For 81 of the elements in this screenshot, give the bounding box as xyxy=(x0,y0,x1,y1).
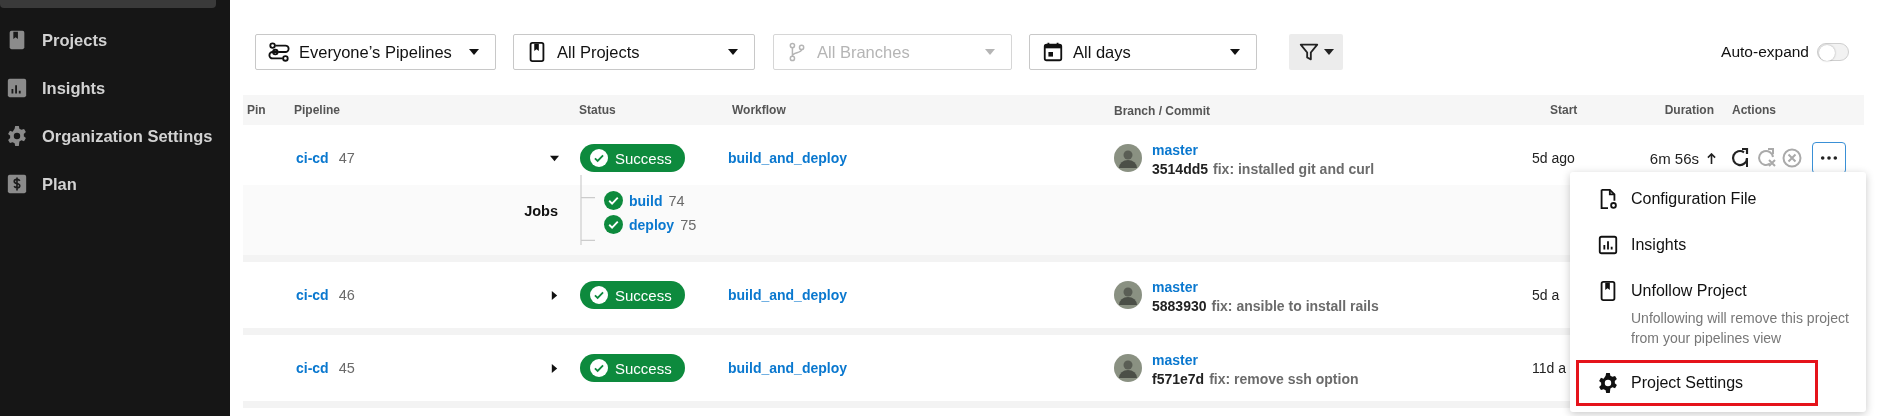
branch-link[interactable]: master xyxy=(1152,278,1379,295)
job-number: 74 xyxy=(668,192,685,209)
job-link[interactable]: build xyxy=(629,192,663,209)
caret-icon xyxy=(469,49,479,55)
pipeline-number: 45 xyxy=(338,360,355,376)
avatar-icon xyxy=(1114,143,1142,172)
filter-dropdown[interactable]: All days xyxy=(1029,34,1257,70)
start-time: 5d ago xyxy=(1531,150,1575,166)
column-header: Status xyxy=(578,103,617,117)
filter-dropdown[interactable]: All Projects xyxy=(513,34,755,70)
menu-item[interactable]: Insights xyxy=(1576,222,1704,268)
job-link[interactable]: deploy xyxy=(629,216,675,233)
settings-icon xyxy=(6,125,28,147)
caret-icon xyxy=(1230,49,1240,55)
caret-right-icon xyxy=(549,363,559,373)
auto-expand-toggle[interactable] xyxy=(1817,43,1849,61)
column-header: Actions xyxy=(1731,103,1777,117)
column-header: Duration xyxy=(1663,103,1715,117)
pipeline-link[interactable]: ci-cd xyxy=(296,360,329,376)
caret-icon xyxy=(985,49,995,55)
status-badge: Success xyxy=(580,144,685,172)
duration: 6m 56s xyxy=(1649,149,1699,167)
check-circle-icon xyxy=(604,215,623,234)
funnel-icon xyxy=(1298,41,1320,63)
column-header: Pipeline xyxy=(293,103,341,117)
pipeline-link[interactable]: ci-cd xyxy=(296,287,329,303)
commit-message: fix: remove ssh option xyxy=(1209,370,1359,387)
commit-hash: 3514dd5 xyxy=(1152,160,1209,177)
settings-icon xyxy=(1597,372,1619,394)
menu-item-description: Unfollowing will remove this project from your pipelines view xyxy=(1631,309,1850,348)
workflow-link[interactable]: build_and_deploy xyxy=(728,360,847,376)
commit-hash: 5883930 xyxy=(1152,297,1207,314)
cancel-icon xyxy=(1780,146,1804,170)
pipelines-icon xyxy=(268,41,290,63)
caret-down-icon xyxy=(549,153,559,163)
auto-expand-label: Auto-expand xyxy=(1721,43,1809,61)
status-badge: Success xyxy=(580,281,685,309)
menu-item[interactable]: Configuration File xyxy=(1576,176,1774,222)
tree-lines xyxy=(578,175,598,245)
column-header: Branch / Commit xyxy=(1113,103,1211,118)
commit-message: fix: installed git and curl xyxy=(1213,160,1375,177)
caret-icon xyxy=(1324,49,1334,55)
chart-icon xyxy=(1597,234,1619,256)
branch-link[interactable]: master xyxy=(1152,351,1359,368)
start-time: 5d a xyxy=(1531,287,1560,303)
sidebar-item[interactable]: Organization Settings xyxy=(0,112,230,160)
filter-button[interactable] xyxy=(1289,34,1343,70)
status-badge: Success xyxy=(580,354,685,382)
workflow-link[interactable]: build_and_deploy xyxy=(728,287,847,303)
job-number: 75 xyxy=(680,216,697,233)
caret-right-icon xyxy=(549,290,559,300)
caret-icon xyxy=(728,49,738,55)
column-header: Start xyxy=(1549,103,1579,117)
arrow-up-icon xyxy=(1707,152,1716,164)
commit-message: fix: ansible to install rails xyxy=(1211,297,1379,314)
avatar-icon xyxy=(1114,353,1142,382)
check-circle-icon xyxy=(590,359,608,377)
branch-link[interactable]: master xyxy=(1152,141,1375,158)
workflow-link[interactable]: build_and_deploy xyxy=(728,150,847,166)
commit-hash: f571e7d xyxy=(1152,370,1205,387)
more-icon xyxy=(1820,156,1838,160)
chart-icon xyxy=(6,77,28,99)
check-circle-icon xyxy=(604,191,623,210)
sidebar-item[interactable]: Projects xyxy=(0,16,230,64)
menu-item[interactable]: Project Settings xyxy=(1576,360,1819,406)
dollar-icon xyxy=(6,173,28,195)
calendar-icon xyxy=(1042,41,1064,63)
pipeline-number: 47 xyxy=(338,150,355,166)
column-header: Workflow xyxy=(731,103,787,117)
menu-item[interactable]: Unfollow Project Unfollowing will remove this project from your pipelines view xyxy=(1576,268,1868,360)
filter-dropdown[interactable]: Everyone’s Pipelines xyxy=(255,34,496,70)
column-header: Pin xyxy=(246,103,267,117)
avatar-icon xyxy=(1114,280,1142,309)
check-circle-icon xyxy=(590,286,608,304)
sidebar-item[interactable]: Plan xyxy=(0,160,230,208)
start-time: 11d a xyxy=(1531,360,1566,376)
sidebar-item[interactable]: Insights xyxy=(0,64,230,112)
pipeline-number: 46 xyxy=(338,287,355,303)
check-circle-icon xyxy=(590,149,608,167)
pipeline-link[interactable]: ci-cd xyxy=(296,150,329,166)
jobs-label: Jobs xyxy=(524,203,558,221)
